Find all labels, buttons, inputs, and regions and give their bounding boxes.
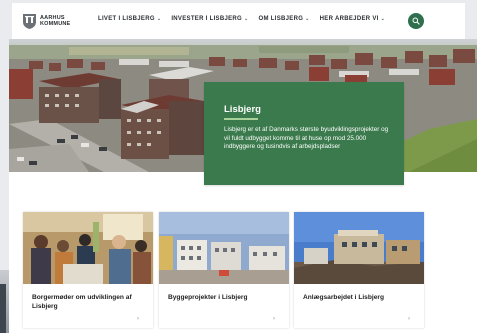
nav-item-invester-i-lisbjerg[interactable]: INVESTER I LISBJERG ⌄: [171, 16, 248, 22]
nav-label: OM LISBJERG: [258, 16, 304, 22]
card-title: Anlægsarbejdet i Lisbjerg: [303, 294, 384, 301]
chevron-right-icon: ›: [408, 316, 410, 322]
card-image-buildings-photo: [159, 212, 289, 284]
logo-wordmark[interactable]: AARHUS KOMMUNE: [40, 15, 70, 27]
card-image-meeting-photo: [23, 212, 153, 284]
nav-item-her-arbejder-vi[interactable]: HER ARBEJDER VI ⌄: [320, 16, 385, 22]
card-byggeprojekter[interactable]: Byggeprojekter i Lisbjerg ›: [159, 212, 289, 328]
chevron-right-icon: ›: [137, 316, 139, 322]
chevron-down-icon: ⌄: [156, 16, 162, 22]
background-dark-edge: [0, 284, 6, 333]
nav-label: LIVET I LISBJERG: [98, 16, 155, 22]
hero-top-fade: [9, 39, 477, 45]
main-navigation: LIVET I LISBJERG ⌄ INVESTER I LISBJERG ⌄ O…: [98, 16, 385, 22]
card-image-construction-photo: [294, 212, 424, 284]
card-title: Byggeprojekter i Lisbjerg: [168, 294, 248, 301]
title-underline: [224, 118, 258, 120]
site-header: AARHUS KOMMUNE LIVET I LISBJERG ⌄ INVESTE…: [12, 3, 465, 39]
intro-text: Lisbjerg er et af Danmarks største byudv…: [224, 126, 389, 151]
chevron-right-icon: ›: [273, 316, 275, 322]
card-anlaegsarbejdet[interactable]: Anlægsarbejdet i Lisbjerg ›: [294, 212, 424, 328]
search-button[interactable]: [408, 13, 424, 29]
nav-label: HER ARBEJDER VI: [319, 16, 379, 22]
nav-item-om-lisbjerg[interactable]: OM LISBJERG ⌄: [259, 16, 310, 22]
logo-line-2: KOMMUNE: [40, 21, 71, 27]
municipality-logo-icon[interactable]: [22, 12, 37, 30]
chevron-down-icon: ⌄: [305, 16, 310, 22]
card-title: Borgermøder om udviklingen af Lisbjerg: [32, 294, 132, 310]
intro-info-box: Lisbjerg Lisbjerg er et af Danmarks stør…: [204, 82, 404, 185]
chevron-down-icon: ⌄: [244, 16, 249, 22]
nav-label: INVESTER I LISBJERG: [171, 16, 243, 22]
search-icon: [412, 17, 420, 25]
intro-title: Lisbjerg: [224, 104, 261, 115]
card-borgermoder[interactable]: Borgermøder om udviklingen af Lisbjerg ›: [23, 212, 153, 328]
nav-item-livet-i-lisbjerg[interactable]: LIVET I LISBJERG ⌄: [98, 16, 161, 22]
chevron-down-icon: ⌄: [380, 16, 386, 22]
